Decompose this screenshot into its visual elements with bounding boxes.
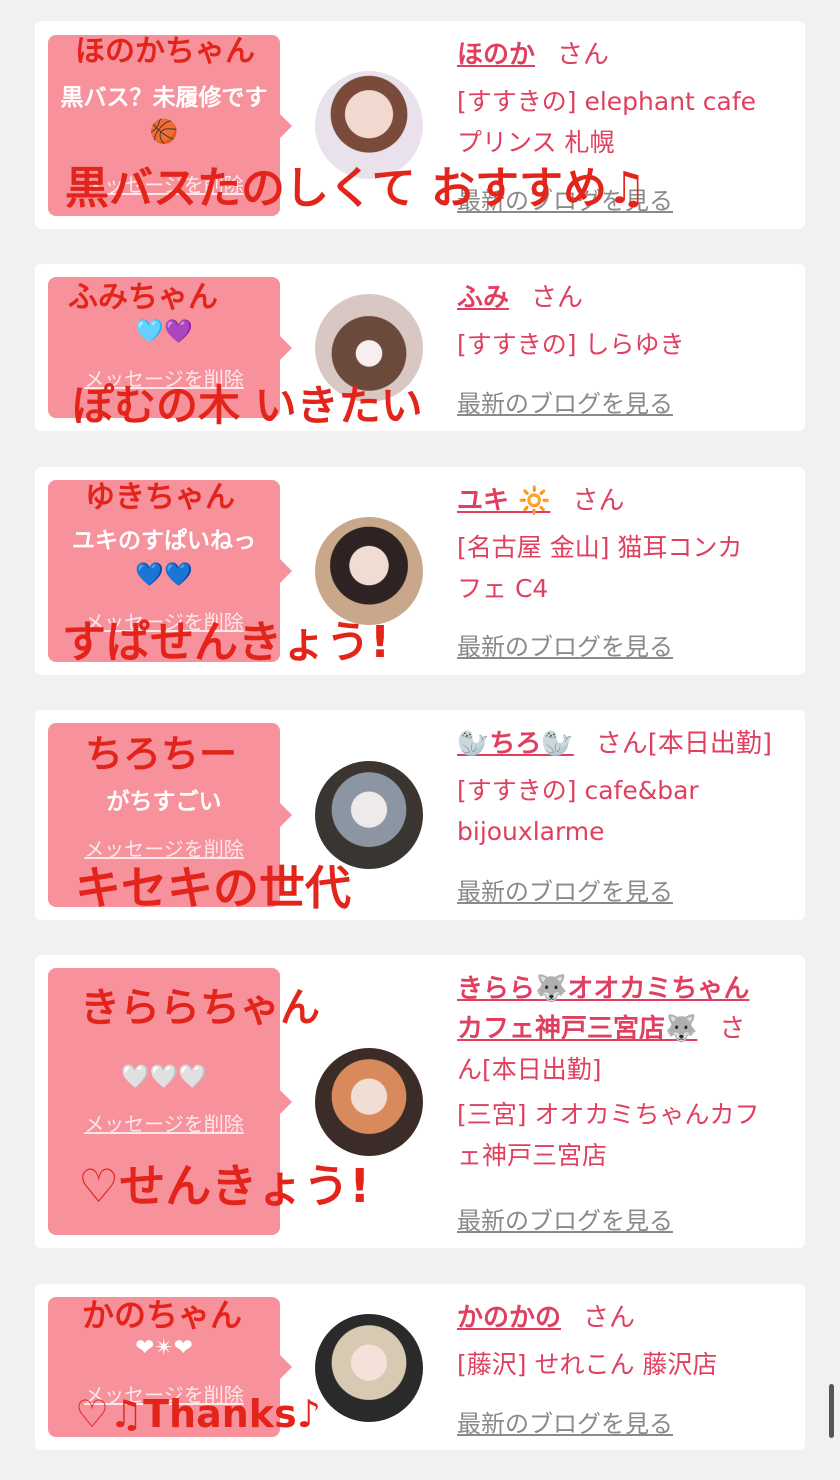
delete-message-link[interactable]: メッセージを削除 (48, 1379, 280, 1408)
message-bubble: ユキのすぱいねっ💙💙 メッセージを削除 (48, 480, 292, 662)
shop-name-cont: ェ神戸三宮店 (457, 1141, 608, 1170)
shop-name: [名古屋 金山] 猫耳コンカ (457, 533, 743, 562)
message-card: 🩵💜 メッセージを削除 ふみ さん [すすきの] しらゆき 最新のブログを見る (35, 264, 805, 431)
message-card: 🤍🤍🤍 メッセージを削除 きらら🐺オオカミちゃん カフェ神戸三宮店🐺 さ ん[本日… (35, 955, 805, 1248)
message-text: 🤍🤍🤍 (121, 1064, 207, 1090)
cast-name-link[interactable]: ユキ 🔆 (457, 486, 550, 516)
message-text: がちすごい (106, 789, 222, 815)
cast-name-link[interactable]: ふみ (457, 283, 509, 313)
shop-name: [すすきの] elephant cafe (457, 87, 757, 116)
cast-name-link[interactable]: きらら🐺オオカミちゃん (457, 974, 749, 1004)
honorific: さん[本日出勤] (595, 729, 773, 759)
latest-blog-link[interactable]: 最新のブログを見る (457, 872, 673, 907)
shop-name-cont: フェ C4 (457, 574, 549, 603)
honorific: さん (531, 283, 584, 313)
message-bubble: 🩵💜 メッセージを削除 (48, 277, 292, 418)
message-card: がちすごい メッセージを削除 🦭ちろ🦭 さん[本日出勤] [すすきの] cafe&… (35, 710, 805, 920)
cast-name-link[interactable]: 🦭ちろ🦭 (457, 729, 574, 759)
message-card: ユキのすぱいねっ💙💙 メッセージを削除 ユキ 🔆 さん [名古屋 金山] 猫耳コン… (35, 467, 805, 675)
latest-blog-link[interactable]: 最新のブログを見る (457, 181, 673, 216)
scrollbar[interactable] (829, 1384, 834, 1438)
shop-name: [すすきの] cafe&bar (457, 776, 699, 805)
message-bubble: 黒バス？未履修です🏀 メッセージを削除 (48, 35, 292, 216)
avatar[interactable] (315, 1314, 423, 1422)
cast-name-link[interactable]: かのかの (457, 1303, 561, 1333)
cast-name-link[interactable]: ほのか (457, 40, 535, 70)
message-bubble: ❤︎✴︎❤︎ メッセージを削除 (48, 1297, 292, 1437)
message-bubble: がちすごい メッセージを削除 (48, 723, 292, 907)
honorific: さん (583, 1303, 636, 1333)
message-text: 🩵💜 (135, 319, 193, 345)
message-text: 黒バス？未履修です🏀 (60, 85, 268, 145)
cast-name-link-cont[interactable]: カフェ神戸三宮店🐺 (457, 1014, 697, 1044)
shop-name-cont: bijouxlarme (457, 817, 605, 846)
shop-name: [三宮] オオカミちゃんカフ (457, 1100, 760, 1129)
attendance-status: ん[本日出勤] (457, 1055, 602, 1084)
message-card: 黒バス？未履修です🏀 メッセージを削除 ほのか さん [すすきの] elephan… (35, 21, 805, 229)
avatar[interactable] (315, 517, 423, 625)
shop-name-cont: プリンス 札幌 (457, 128, 615, 157)
delete-message-link[interactable]: メッセージを削除 (48, 606, 280, 635)
delete-message-link[interactable]: メッセージを削除 (48, 1108, 280, 1137)
message-text: ❤︎✴︎❤︎ (135, 1335, 193, 1361)
latest-blog-link[interactable]: 最新のブログを見る (457, 1201, 673, 1236)
message-bubble: 🤍🤍🤍 メッセージを削除 (48, 968, 292, 1235)
latest-blog-link[interactable]: 最新のブログを見る (457, 1404, 673, 1439)
delete-message-link[interactable]: メッセージを削除 (48, 169, 280, 198)
shop-name: [すすきの] しらゆき (457, 330, 685, 359)
avatar[interactable] (315, 761, 423, 869)
message-text: ユキのすぱいねっ💙💙 (72, 528, 256, 588)
latest-blog-link[interactable]: 最新のブログを見る (457, 384, 673, 419)
honorific: さ (719, 1014, 746, 1044)
avatar[interactable] (315, 71, 423, 179)
avatar[interactable] (315, 294, 423, 402)
delete-message-link[interactable]: メッセージを削除 (48, 833, 280, 862)
avatar[interactable] (315, 1048, 423, 1156)
message-card: ❤︎✴︎❤︎ メッセージを削除 かのかの さん [藤沢] せれこん 藤沢店 最新の… (35, 1284, 805, 1450)
honorific: さん (557, 40, 610, 70)
delete-message-link[interactable]: メッセージを削除 (48, 363, 280, 392)
shop-name: [藤沢] せれこん 藤沢店 (457, 1350, 718, 1379)
latest-blog-link[interactable]: 最新のブログを見る (457, 627, 673, 662)
honorific: さん (572, 486, 625, 516)
